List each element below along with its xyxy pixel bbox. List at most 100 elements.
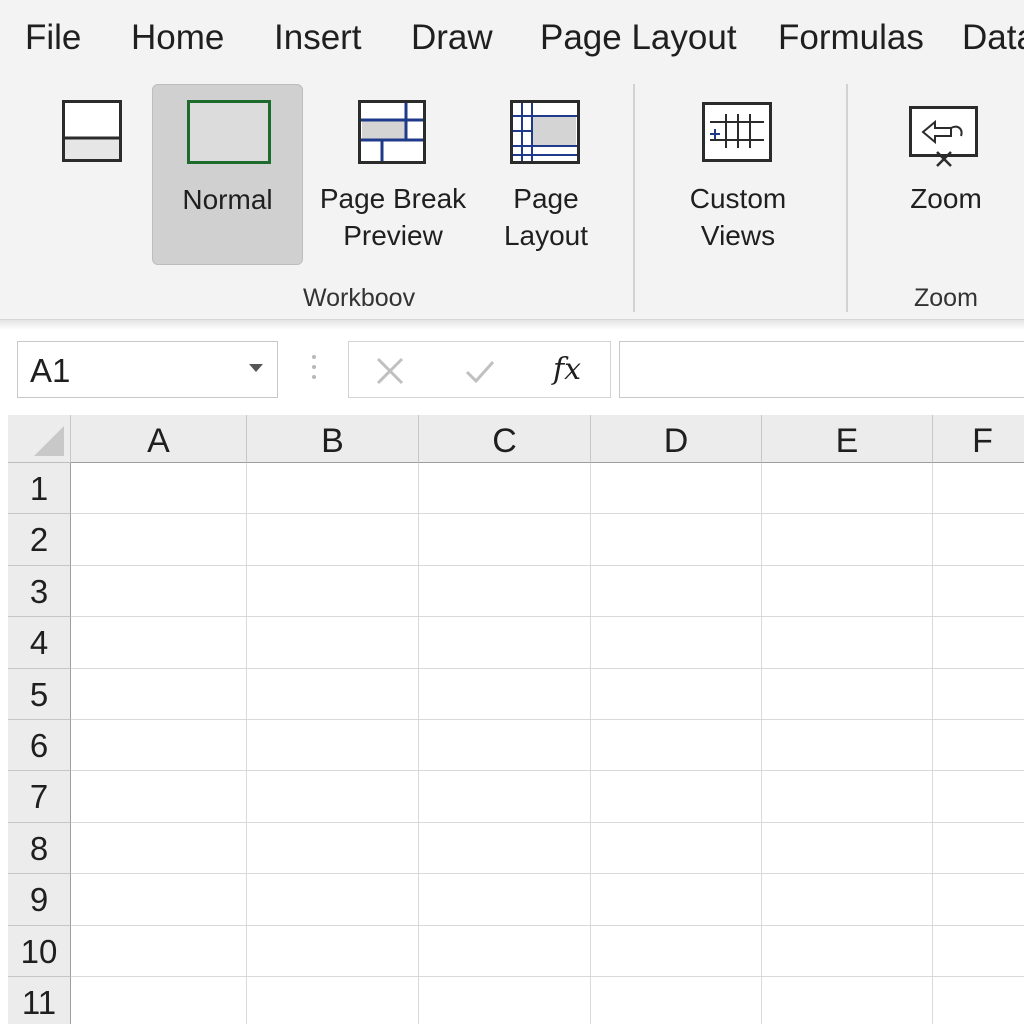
menu-draw[interactable]: Draw [411, 18, 493, 58]
cell-f10[interactable] [933, 925, 1024, 977]
cell-b4[interactable] [247, 617, 419, 669]
column-header-e[interactable]: E [762, 415, 933, 463]
menu-home[interactable]: Home [131, 18, 224, 58]
cell-f4[interactable] [933, 617, 1024, 669]
cell-e3[interactable] [762, 565, 933, 618]
cell-a5[interactable] [71, 668, 247, 720]
page-view-button[interactable] [54, 92, 134, 172]
cell-d8[interactable] [591, 822, 762, 875]
cell-a11[interactable] [71, 977, 247, 1024]
cell-f6[interactable] [933, 720, 1024, 772]
row-header-10[interactable]: 10 [8, 925, 71, 977]
cell-b7[interactable] [247, 771, 419, 823]
cell-d4[interactable] [591, 617, 762, 669]
row-header-3[interactable]: 3 [8, 565, 71, 618]
cell-c2[interactable] [419, 514, 591, 566]
column-header-a[interactable]: A [71, 415, 247, 463]
cell-b9[interactable] [247, 874, 419, 926]
cell-e6[interactable] [762, 720, 933, 772]
cell-e7[interactable] [762, 771, 933, 823]
enter-check-icon[interactable] [463, 354, 497, 388]
row-header-8[interactable]: 8 [8, 822, 71, 875]
cell-f7[interactable] [933, 771, 1024, 823]
cell-e11[interactable] [762, 977, 933, 1024]
row-header-1[interactable]: 1 [8, 463, 71, 515]
cell-d11[interactable] [591, 977, 762, 1024]
row-header-4[interactable]: 4 [8, 617, 71, 669]
cell-c7[interactable] [419, 771, 591, 823]
cell-e4[interactable] [762, 617, 933, 669]
cell-a10[interactable] [71, 925, 247, 977]
row-header-2[interactable]: 2 [8, 514, 71, 566]
cell-a6[interactable] [71, 720, 247, 772]
cell-f2[interactable] [933, 514, 1024, 566]
cell-b6[interactable] [247, 720, 419, 772]
cell-e9[interactable] [762, 874, 933, 926]
name-box[interactable]: A1 [17, 341, 278, 398]
cell-c5[interactable] [419, 668, 591, 720]
cell-d10[interactable] [591, 925, 762, 977]
cell-d2[interactable] [591, 514, 762, 566]
cell-f3[interactable] [933, 565, 1024, 618]
cell-e1[interactable] [762, 463, 933, 515]
menu-formulas[interactable]: Formulas [778, 18, 924, 58]
cell-f1[interactable] [933, 463, 1024, 515]
cell-c1[interactable] [419, 463, 591, 515]
cell-c10[interactable] [419, 925, 591, 977]
cell-e2[interactable] [762, 514, 933, 566]
insert-function-button[interactable]: fx [553, 352, 581, 387]
cell-c9[interactable] [419, 874, 591, 926]
cell-b1[interactable] [247, 463, 419, 515]
normal-view-button[interactable]: Normal [152, 84, 303, 265]
cell-f8[interactable] [933, 822, 1024, 875]
cell-d9[interactable] [591, 874, 762, 926]
row-header-6[interactable]: 6 [8, 720, 71, 772]
chevron-down-icon[interactable] [249, 364, 263, 372]
menu-data[interactable]: Data [962, 18, 1024, 58]
cell-a1[interactable] [71, 463, 247, 515]
custom-views-button[interactable]: Custom Views [672, 92, 804, 262]
cancel-x-icon[interactable] [373, 354, 407, 388]
cell-d7[interactable] [591, 771, 762, 823]
menu-page-layout[interactable]: Page Layout [540, 18, 737, 58]
cell-b5[interactable] [247, 668, 419, 720]
cell-a2[interactable] [71, 514, 247, 566]
column-header-d[interactable]: D [591, 415, 762, 463]
column-header-c[interactable]: C [419, 415, 591, 463]
zoom-button[interactable]: Zoom [888, 92, 1004, 222]
cell-e8[interactable] [762, 822, 933, 875]
cell-a8[interactable] [71, 822, 247, 875]
cell-f5[interactable] [933, 668, 1024, 720]
cell-a4[interactable] [71, 617, 247, 669]
menu-file[interactable]: File [25, 18, 81, 58]
page-break-preview-button[interactable]: Page Break Preview [318, 92, 468, 262]
cell-e10[interactable] [762, 925, 933, 977]
menu-insert[interactable]: Insert [274, 18, 362, 58]
cell-f9[interactable] [933, 874, 1024, 926]
formula-input[interactable] [619, 341, 1024, 398]
cell-f11[interactable] [933, 977, 1024, 1024]
cell-c8[interactable] [419, 822, 591, 875]
select-all-button[interactable] [8, 415, 71, 463]
cell-d5[interactable] [591, 668, 762, 720]
column-header-f[interactable]: F [933, 415, 1024, 463]
page-layout-button[interactable]: Page Layout [486, 92, 606, 262]
cell-a9[interactable] [71, 874, 247, 926]
cell-b11[interactable] [247, 977, 419, 1024]
column-header-b[interactable]: B [247, 415, 419, 463]
cell-c3[interactable] [419, 565, 591, 618]
row-header-11[interactable]: 11 [8, 977, 71, 1024]
cell-d6[interactable] [591, 720, 762, 772]
formula-bar-grip[interactable] [312, 355, 316, 385]
cell-c11[interactable] [419, 977, 591, 1024]
cell-b2[interactable] [247, 514, 419, 566]
row-header-9[interactable]: 9 [8, 874, 71, 926]
cell-e5[interactable] [762, 668, 933, 720]
row-header-7[interactable]: 7 [8, 771, 71, 823]
cell-a7[interactable] [71, 771, 247, 823]
cell-d1[interactable] [591, 463, 762, 515]
cell-d3[interactable] [591, 565, 762, 618]
cell-b10[interactable] [247, 925, 419, 977]
row-header-5[interactable]: 5 [8, 668, 71, 720]
cell-b8[interactable] [247, 822, 419, 875]
